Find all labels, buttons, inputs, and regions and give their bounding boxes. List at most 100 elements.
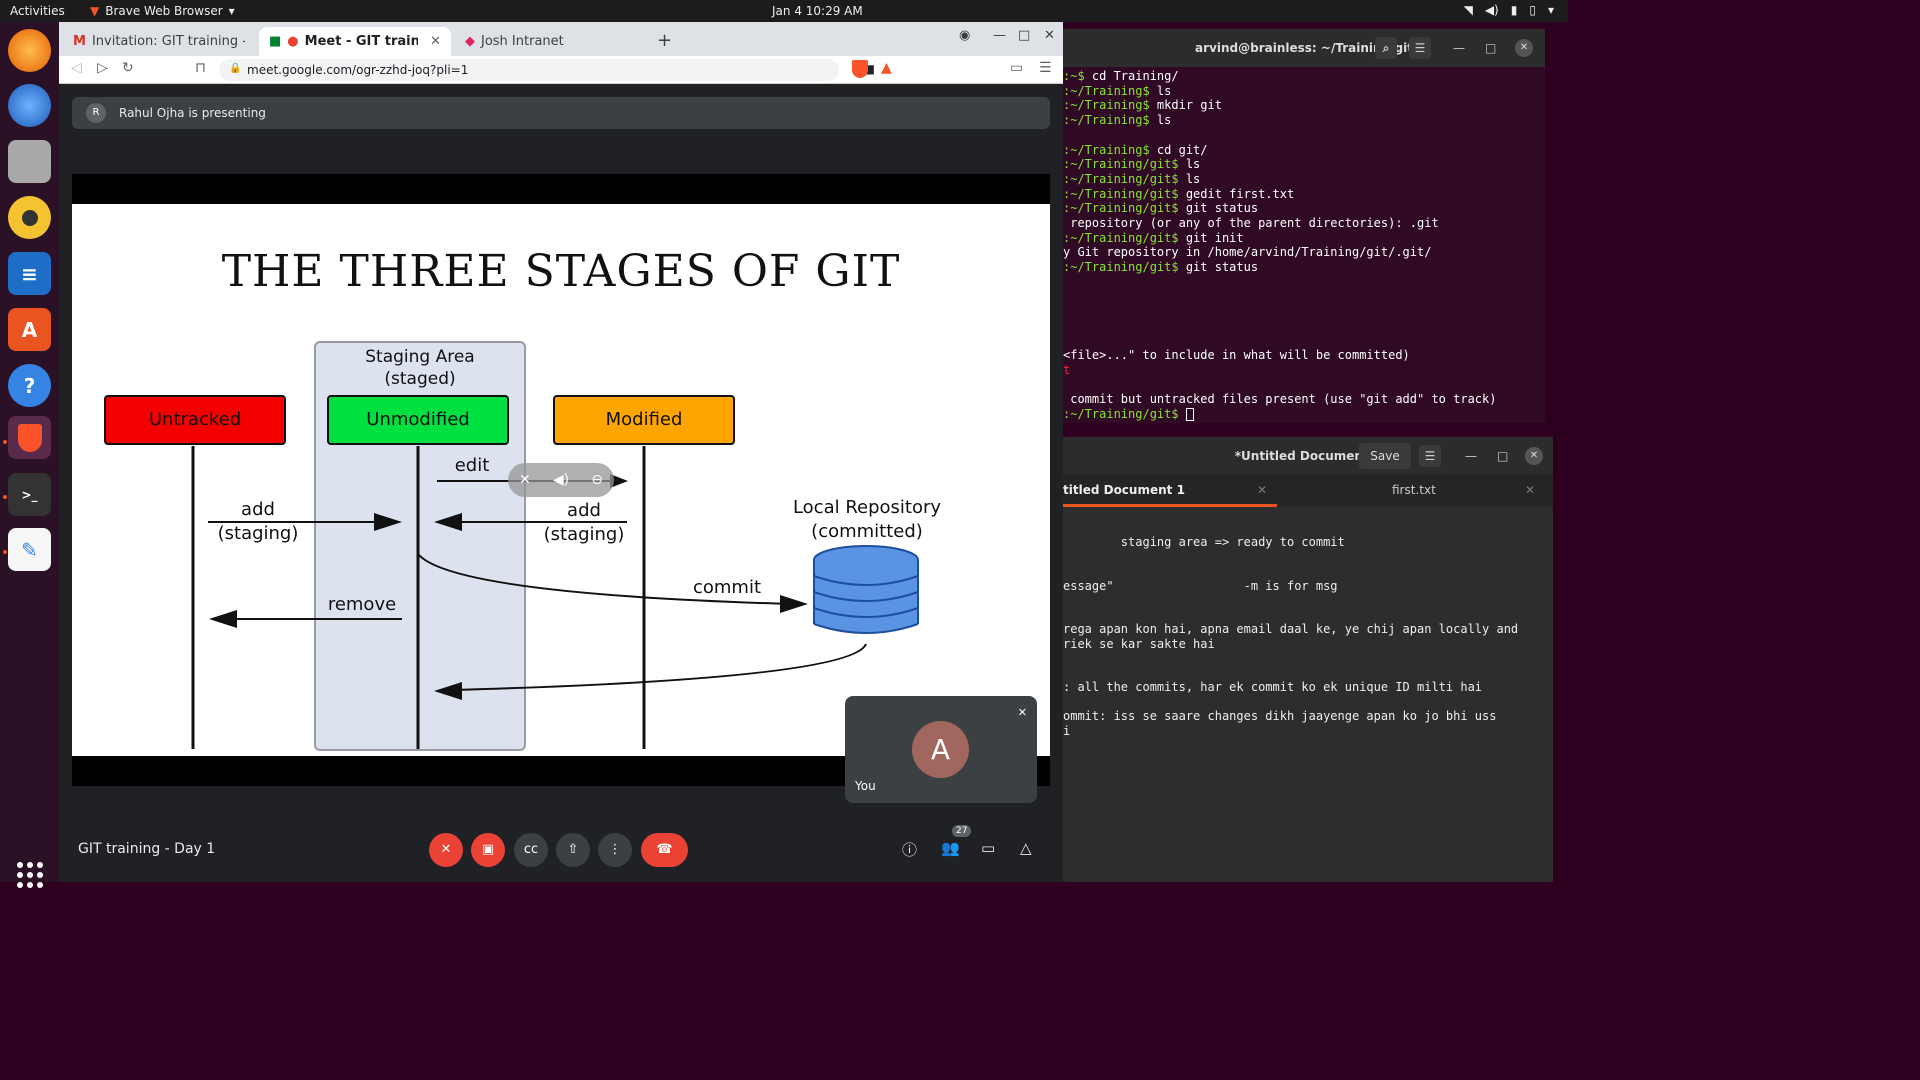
maximize-button[interactable]: □: [1497, 437, 1508, 475]
menu-icon[interactable]: ☰: [1419, 445, 1441, 467]
camera-off-button[interactable]: ▣: [471, 833, 505, 867]
rhythmbox-icon[interactable]: [8, 196, 51, 239]
microphone-icon: ▮: [1510, 3, 1518, 17]
present-button[interactable]: ⇧: [556, 833, 590, 867]
tab-untitled-document[interactable]: titled Document 1: [1063, 483, 1185, 497]
add-label-left: add (staging): [208, 498, 308, 546]
terminal-output[interactable]: :~$ cd Training/:~/Training$ ls:~/Traini…: [1063, 69, 1545, 421]
terminal-line: :~/Training/git$ ls: [1063, 157, 1545, 172]
lock-icon: 🔒: [229, 63, 242, 74]
activities-icon[interactable]: △: [1020, 839, 1032, 857]
minimize-button[interactable]: —: [993, 28, 1006, 43]
maximize-button[interactable]: □: [1485, 29, 1496, 67]
close-button[interactable]: ✕: [1525, 447, 1543, 465]
mic-off-button[interactable]: ✕: [429, 833, 463, 867]
close-button[interactable]: ✕: [1044, 28, 1055, 43]
tab-strip: M Invitation: GIT training - Day 1 ■ ● M…: [59, 22, 1063, 56]
minimize-button[interactable]: —: [1465, 437, 1477, 475]
brave-icon[interactable]: [8, 416, 51, 459]
files-icon[interactable]: [8, 140, 51, 183]
text-editor-window[interactable]: *Untitled Document 1 Save ☰ — □ ✕ titled…: [1063, 437, 1553, 882]
terminal-prompt: :~/Training$: [1063, 113, 1150, 128]
wallet-icon[interactable]: ▭: [1010, 60, 1023, 76]
bookmark-icon[interactable]: ⊓: [195, 60, 206, 76]
meeting-details-icon[interactable]: ⓘ: [902, 839, 917, 860]
add-text: add: [241, 499, 275, 520]
activities-button[interactable]: Activities: [10, 4, 65, 18]
terminal-prompt: :~/Training/git$: [1063, 201, 1179, 216]
terminal-line: y Git repository in /home/arvind/Trainin…: [1063, 245, 1545, 260]
brave-rewards-icon[interactable]: ▲: [881, 60, 892, 76]
brave-shields-icon[interactable]: [852, 60, 868, 78]
close-button[interactable]: ✕: [1515, 39, 1533, 57]
gmail-icon: M: [73, 34, 86, 49]
forward-icon[interactable]: ▷: [97, 60, 108, 76]
participants-count: 27: [952, 825, 972, 837]
terminal-line: :~/Training/git$: [1063, 407, 1545, 421]
volume-icon: ◀): [1484, 3, 1499, 17]
presentation-view[interactable]: THE THREE STAGES OF GIT Staging Area (st…: [72, 174, 1050, 786]
self-video-tile[interactable]: ✕ A You: [845, 696, 1037, 803]
menu-icon[interactable]: ☰: [1039, 60, 1052, 76]
terminal-text: git status: [1178, 260, 1259, 275]
terminal-prompt: :~/Training/git$: [1063, 407, 1179, 421]
maximize-button[interactable]: □: [1018, 28, 1030, 43]
more-options-button[interactable]: ⋮: [598, 833, 632, 867]
tab-invitation[interactable]: M Invitation: GIT training - Day 1: [63, 27, 255, 56]
new-tab-button[interactable]: +: [657, 30, 672, 51]
close-tab-icon[interactable]: ✕: [430, 34, 441, 49]
ubuntu-software-icon[interactable]: A: [8, 308, 51, 351]
terminal-text: commit but untracked files present (use …: [1063, 392, 1497, 407]
tab-intranet[interactable]: ◆ Josh Intranet: [455, 27, 645, 56]
app-menu[interactable]: ▼ Brave Web Browser ▾: [90, 4, 235, 18]
thunderbird-icon[interactable]: [8, 84, 51, 127]
terminal-line: :~/Training$ mkdir git: [1063, 98, 1545, 113]
url-field[interactable]: 🔒 meet.google.com/ogr-zzhd-joq?pli=1 ■: [219, 59, 875, 81]
back-icon[interactable]: ◁: [71, 60, 82, 76]
editor-content[interactable]: staging area => ready to commit essage" …: [1063, 507, 1553, 882]
slide: THE THREE STAGES OF GIT Staging Area (st…: [72, 204, 1050, 756]
close-tab-icon[interactable]: ✕: [1257, 483, 1267, 497]
show-applications-icon[interactable]: [17, 862, 43, 888]
tab-first-txt[interactable]: first.txt: [1392, 483, 1436, 497]
captions-button[interactable]: cc: [514, 833, 548, 867]
terminal-line: :~/Training/git$ git status: [1063, 201, 1545, 216]
app-menu-label: Brave Web Browser: [105, 4, 223, 18]
pin-off-icon[interactable]: ✕: [519, 472, 531, 488]
terminal-line: [1063, 128, 1545, 143]
recording-icon: ●: [287, 34, 299, 49]
terminal-prompt: :~/Training/git$: [1063, 157, 1179, 172]
tab-meet[interactable]: ■ ● Meet - GIT training - Day ✕: [259, 27, 451, 56]
clock[interactable]: Jan 4 10:29 AM: [772, 4, 863, 18]
close-tab-icon[interactable]: ✕: [1525, 483, 1535, 497]
people-icon[interactable]: 👥: [941, 839, 960, 857]
menu-icon[interactable]: ☰: [1409, 37, 1431, 59]
save-button[interactable]: Save: [1359, 443, 1411, 469]
chat-icon[interactable]: ▭: [981, 839, 995, 857]
remove-icon[interactable]: ⊖: [591, 472, 603, 488]
minimize-button[interactable]: —: [1453, 29, 1465, 67]
system-tray[interactable]: ◥ ◀) ▮ ▯ ▾: [1464, 3, 1554, 17]
text-editor-icon[interactable]: ✎: [8, 528, 51, 571]
libreoffice-writer-icon[interactable]: ≡: [8, 252, 51, 295]
terminal-icon[interactable]: >_: [8, 473, 51, 516]
terminal-text: git init: [1178, 230, 1244, 245]
terminal-text: ls: [1149, 83, 1172, 98]
local-repo-text: Local Repository: [792, 497, 942, 518]
firefox-icon[interactable]: [8, 29, 51, 72]
search-icon[interactable]: ⌕: [1375, 37, 1397, 59]
reload-icon[interactable]: ↻: [122, 60, 134, 76]
unmodified-box: Unmodified: [327, 395, 509, 445]
terminal-prompt: :~/Training/git$: [1063, 230, 1179, 245]
terminal-line: :~$ cd Training/: [1063, 69, 1545, 84]
leave-call-button[interactable]: ☎: [641, 833, 688, 867]
staging-text: (staging): [217, 523, 299, 544]
tab-search-icon[interactable]: ◉: [959, 28, 970, 43]
help-icon[interactable]: ?: [8, 364, 51, 407]
terminal-window[interactable]: arvind@brainless: ~/Training/git ⌕ ☰ — □…: [1063, 29, 1545, 423]
volume-icon[interactable]: ◀): [553, 472, 569, 488]
tab-label: Josh Intranet: [481, 34, 564, 49]
